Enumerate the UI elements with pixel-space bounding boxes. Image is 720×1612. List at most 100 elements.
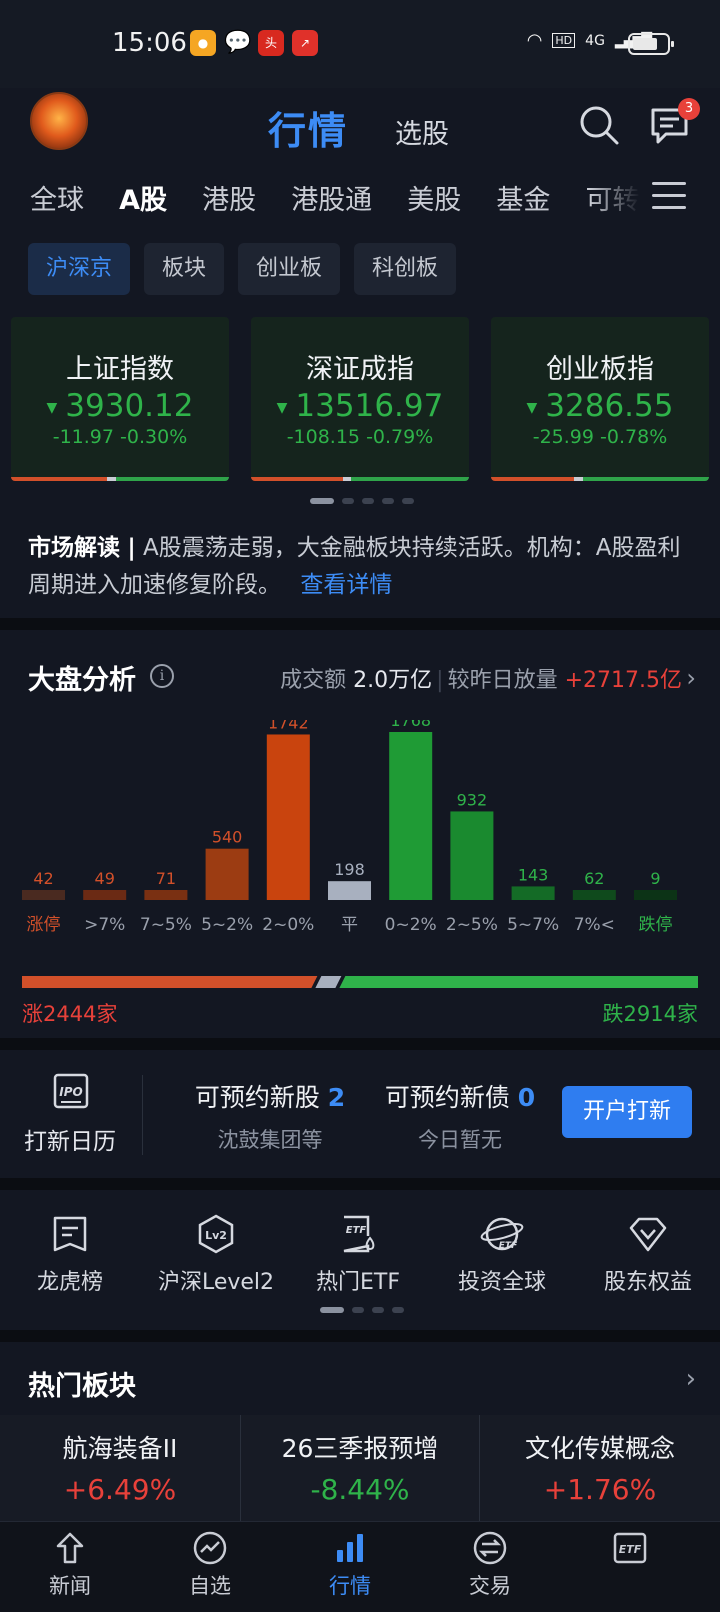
index-name: 创业板指 <box>546 354 654 385</box>
menu-icon[interactable] <box>652 182 686 212</box>
etf-icon: ETF <box>613 1532 647 1564</box>
chart-bar <box>205 848 249 900</box>
index-percent: -0.30% <box>120 426 188 448</box>
tab-global[interactable]: 全球 <box>30 178 84 217</box>
chart-bar <box>266 734 310 900</box>
index-breadth-bar <box>251 477 469 481</box>
subtab-sectors[interactable]: 板块 <box>144 243 225 295</box>
turnover-summary[interactable]: 成交额 2.0万亿 | 较昨日放量 +2717.5亿 <box>280 662 682 694</box>
index-percent: -0.79% <box>366 426 434 448</box>
section-divider <box>0 618 720 630</box>
toutiao-icon: 头 <box>258 30 284 56</box>
shortcut-hot-etf[interactable]: ETF 热门ETF <box>288 1214 428 1296</box>
avatar[interactable] <box>30 92 88 150</box>
sector-percent: -8.44% <box>310 1473 410 1506</box>
subtab-chinext[interactable]: 创业板 <box>238 243 341 295</box>
bottom-nav: 新闻 自选 行情 交易 ETF <box>0 1521 720 1612</box>
chart-bar <box>389 732 433 900</box>
svg-text:ETF: ETF <box>346 1225 367 1236</box>
weibo-icon: ● <box>190 30 216 56</box>
ipo-calendar-icon[interactable]: IPO <box>52 1072 90 1110</box>
nav-market[interactable]: 行情 <box>280 1530 420 1600</box>
shortcut-label: 股东权益 <box>603 1270 692 1295</box>
new-bonds-block[interactable]: 可预约新债 0 今日暂无 <box>370 1078 550 1154</box>
svg-text:ETF: ETF <box>499 1241 518 1251</box>
chart-bar <box>144 890 188 900</box>
index-card[interactable]: 创业板指 ▼ 3286.55 -25.99 -0.78% <box>491 317 709 481</box>
tab-stock-picker[interactable]: 选股 <box>395 112 449 151</box>
view-details-link[interactable]: 查看详情 <box>300 572 392 598</box>
sector-name: 文化传媒概念 <box>524 1434 675 1463</box>
info-icon[interactable]: i <box>150 664 174 688</box>
trade-icon <box>473 1531 507 1565</box>
chart-value-label: 42 <box>33 869 53 888</box>
new-stocks-block[interactable]: 可预约新股 2 沈鼓集团等 <box>180 1078 360 1154</box>
chart-bar <box>328 881 371 900</box>
shortcut-label: 热门ETF <box>316 1270 400 1295</box>
hot-sector-item[interactable]: 文化传媒概念 +1.76% <box>480 1415 720 1521</box>
nav-trade[interactable]: 交易 <box>420 1530 560 1600</box>
message-badge: 3 <box>678 98 700 120</box>
chart-category-label: 0~2% <box>385 915 437 935</box>
open-account-ipo-button[interactable]: 开户打新 <box>562 1086 692 1138</box>
index-value: 3286.55 <box>545 388 674 424</box>
chart-value-label: 1742 <box>268 720 309 732</box>
chart-value-label: 932 <box>457 790 488 809</box>
turnover-value: 2.0万亿 <box>353 668 433 693</box>
compare-label: 较昨日放量 <box>447 668 558 693</box>
tab-a-shares[interactable]: A股 <box>119 178 167 217</box>
list-icon <box>53 1216 87 1252</box>
svg-text:ETF: ETF <box>619 1543 642 1556</box>
section-divider <box>0 1178 720 1190</box>
carousel-dots <box>310 498 414 504</box>
down-arrow-icon: ▼ <box>46 399 58 416</box>
hd-indicator: HD <box>552 33 576 48</box>
chart-category-label: 7%< <box>574 915 615 935</box>
index-card[interactable]: 深证成指 ▼ 13516.97 -108.15 -0.79% <box>251 317 469 481</box>
network-indicator: 4G <box>585 32 605 49</box>
nav-news[interactable]: 新闻 <box>0 1530 140 1600</box>
shortcut-page-dots <box>320 1307 404 1313</box>
etf-doc-icon: ETF <box>343 1215 375 1253</box>
page-title[interactable]: 行情 <box>268 100 348 155</box>
new-stocks-sub: 沈鼓集团等 <box>217 1128 323 1152</box>
chart-bar <box>83 890 127 900</box>
tab-hk[interactable]: 港股 <box>202 178 256 217</box>
shortcut-level2[interactable]: Lv2 沪深Level2 <box>146 1214 286 1296</box>
chart-category-label: 7~5% <box>140 915 192 935</box>
index-card[interactable]: 上证指数 ▼ 3930.12 -11.97 -0.30% <box>11 317 229 481</box>
news-icon <box>56 1532 84 1564</box>
hot-sector-item[interactable]: 航海装备II +6.49% <box>0 1415 240 1521</box>
shortcut-dragon-tiger[interactable]: 龙虎榜 <box>0 1214 140 1296</box>
subtab-hushenjing[interactable]: 沪深京 <box>28 243 131 295</box>
nav-etf[interactable]: ETF <box>560 1530 700 1570</box>
sector-name: 航海装备II <box>62 1434 178 1463</box>
subtab-star[interactable]: 科创板 <box>354 243 457 295</box>
section-divider <box>0 1038 720 1050</box>
hot-sectors-row: 航海装备II +6.49% 26三季报预增 -8.44% 文化传媒概念 +1.7… <box>0 1415 720 1521</box>
turnover-label: 成交额 <box>280 668 347 693</box>
nav-label: 自选 <box>189 1574 231 1598</box>
tab-hk-connect[interactable]: 港股通 <box>291 178 372 217</box>
chevron-right-icon[interactable]: › <box>686 1364 696 1394</box>
shortcut-label: 龙虎榜 <box>36 1270 103 1295</box>
chevron-right-icon[interactable]: › <box>686 664 696 692</box>
market-commentary[interactable]: 市场解读 | A股震荡走弱，大金融板块持续活跃。机构：A股盈利周期进入加速修复阶… <box>28 530 696 604</box>
shortcut-shareholder-benefits[interactable]: 股东权益 <box>578 1214 718 1296</box>
shortcut-label: 沪深Level2 <box>157 1270 275 1295</box>
new-bonds-label: 可预约新债 <box>384 1083 510 1112</box>
tab-us[interactable]: 美股 <box>407 178 461 217</box>
index-name: 深证成指 <box>306 354 414 385</box>
sub-tabs: 沪深京 板块 创业板 科创板 <box>28 243 457 295</box>
decliners-count: 跌2914家 <box>602 1002 698 1026</box>
tab-funds[interactable]: 基金 <box>496 178 550 217</box>
nav-watchlist[interactable]: 自选 <box>140 1530 280 1600</box>
search-icon[interactable] <box>578 104 620 146</box>
hot-sector-item[interactable]: 26三季报预增 -8.44% <box>240 1415 480 1521</box>
globe-icon: ETF <box>480 1217 524 1251</box>
chart-value-label: 198 <box>334 860 365 879</box>
shortcut-global-invest[interactable]: ETF 投资全球 <box>432 1214 572 1296</box>
chart-value-label: 143 <box>518 865 549 884</box>
nav-label: 交易 <box>469 1574 511 1598</box>
ipo-calendar-label[interactable]: 打新日历 <box>24 1122 116 1156</box>
